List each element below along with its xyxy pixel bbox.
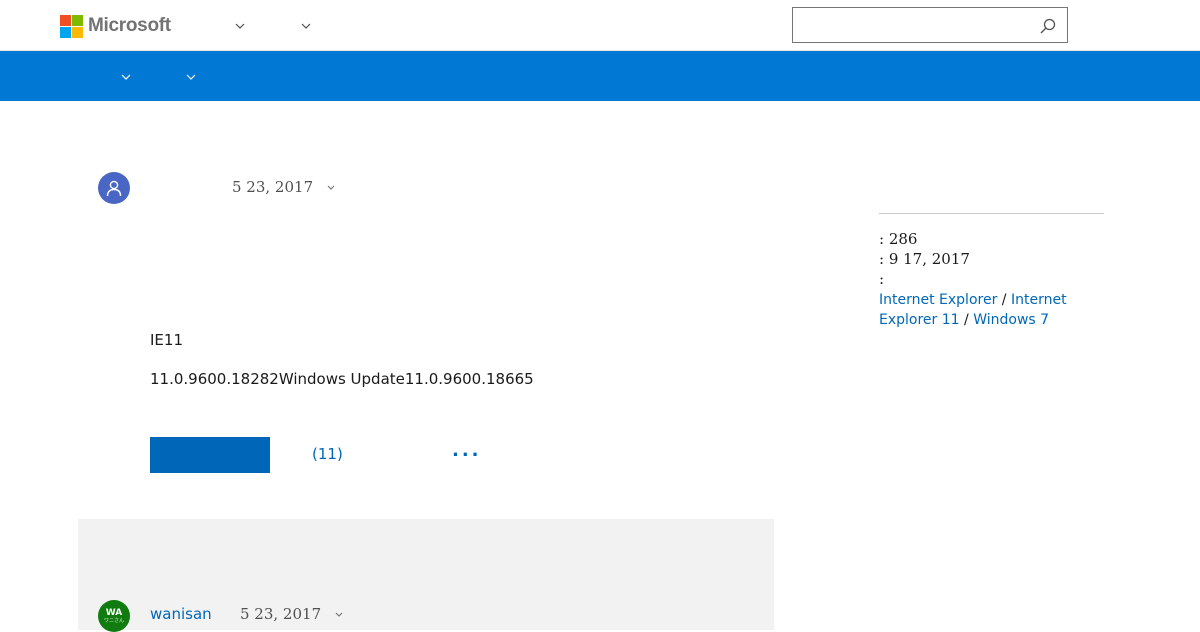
logo-square-blue [60,26,71,38]
logo-square-yellow [72,26,83,38]
question-body-line: 11.0.9600.18282Windows Update11.0.9600.1… [150,370,534,388]
applies-to-label: : [879,270,885,288]
chevron-down-icon[interactable] [234,21,246,31]
reply-count-link[interactable]: (11) [312,445,343,463]
reply-panel: WA ワニさん wanisan 5 23, 2017 [78,519,774,632]
question-date: 5 23, 2017 [232,178,314,196]
chevron-down-icon[interactable] [120,72,132,82]
avatar-subtext: ワニさん [103,618,124,624]
question-body-line: IE11 [150,331,183,349]
chevron-down-icon[interactable] [326,184,336,192]
chevron-down-icon[interactable] [300,21,312,31]
tag-separator: / [997,292,1011,308]
same-question-button[interactable] [150,437,270,473]
search-icon[interactable] [1039,17,1057,35]
tag-separator: / [959,312,974,328]
category-nav-bar [0,51,1200,101]
chevron-down-icon[interactable] [334,611,344,619]
reply-user-avatar[interactable]: WA ワニさん [98,600,130,632]
more-options-button[interactable]: ... [452,440,482,461]
search-box [792,7,1068,43]
reply-date: 5 23, 2017 [240,605,322,623]
logo-square-green [72,14,83,26]
search-input[interactable] [793,8,1033,42]
tag-link[interactable]: Internet Explorer [879,292,997,308]
logo-text: Microsoft [88,15,171,36]
avatar-initials: WA [105,608,123,618]
user-avatar[interactable] [98,172,130,204]
top-header: Microsoft [0,0,1200,51]
user-avatar-icon [106,180,122,197]
tag-link[interactable]: Windows 7 [973,312,1049,328]
logo-square-red [60,14,71,26]
reply-username[interactable]: wanisan [150,605,212,623]
applies-to-tags: Internet Explorer / Internet Explorer 11… [879,290,1109,330]
microsoft-logo-icon [60,14,83,38]
last-updated: : 9 17, 2017 [879,250,970,268]
sidebar-divider [879,213,1104,214]
view-count: : 286 [879,230,918,248]
chevron-down-icon[interactable] [185,72,197,82]
microsoft-logo[interactable]: Microsoft [60,14,171,38]
